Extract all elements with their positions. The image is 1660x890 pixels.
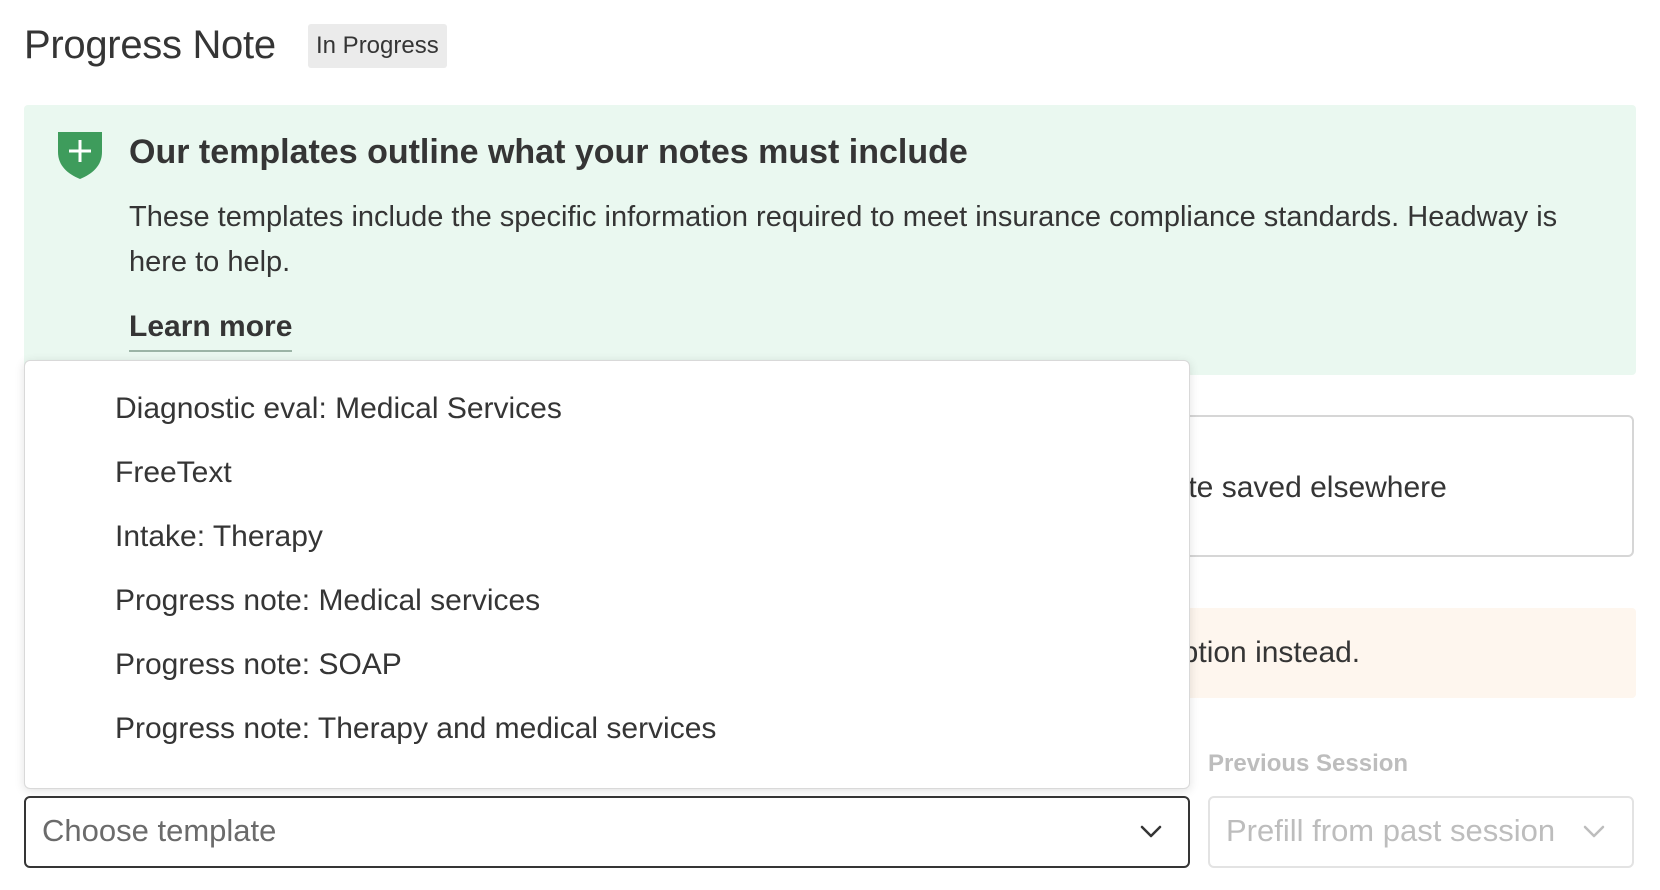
learn-more-link[interactable]: Learn more <box>129 307 293 352</box>
banner-body: These templates include the specific inf… <box>129 201 1558 278</box>
shield-plus-icon <box>58 132 102 179</box>
template-option[interactable]: Intake: Therapy <box>25 505 1189 569</box>
warning-text: option instead. <box>1165 636 1361 669</box>
status-badge: In Progress <box>308 24 447 68</box>
template-option[interactable]: Progress note: Medical services <box>25 569 1189 633</box>
template-dropdown: Diagnostic eval: Medical Services FreeTe… <box>24 360 1190 789</box>
chevron-down-icon <box>1583 825 1605 838</box>
previous-session-placeholder: Prefill from past session <box>1226 813 1556 848</box>
template-option[interactable]: Progress note: SOAP <box>25 633 1189 697</box>
template-option[interactable]: Progress note: Therapy and medical servi… <box>25 697 1189 761</box>
template-select-placeholder: Choose template <box>42 813 277 848</box>
banner-title: Our templates outline what your notes mu… <box>129 133 968 171</box>
previous-session-label: Previous Session <box>1208 750 1409 777</box>
note-option-label: lote saved elsewhere <box>1165 471 1447 504</box>
page-title: Progress Note <box>24 23 276 67</box>
template-option[interactable]: FreeText <box>25 441 1189 505</box>
template-option[interactable]: Diagnostic eval: Medical Services <box>25 377 1189 441</box>
chevron-down-icon[interactable] <box>1137 818 1165 846</box>
template-options-list: Diagnostic eval: Medical Services FreeTe… <box>25 361 1189 761</box>
